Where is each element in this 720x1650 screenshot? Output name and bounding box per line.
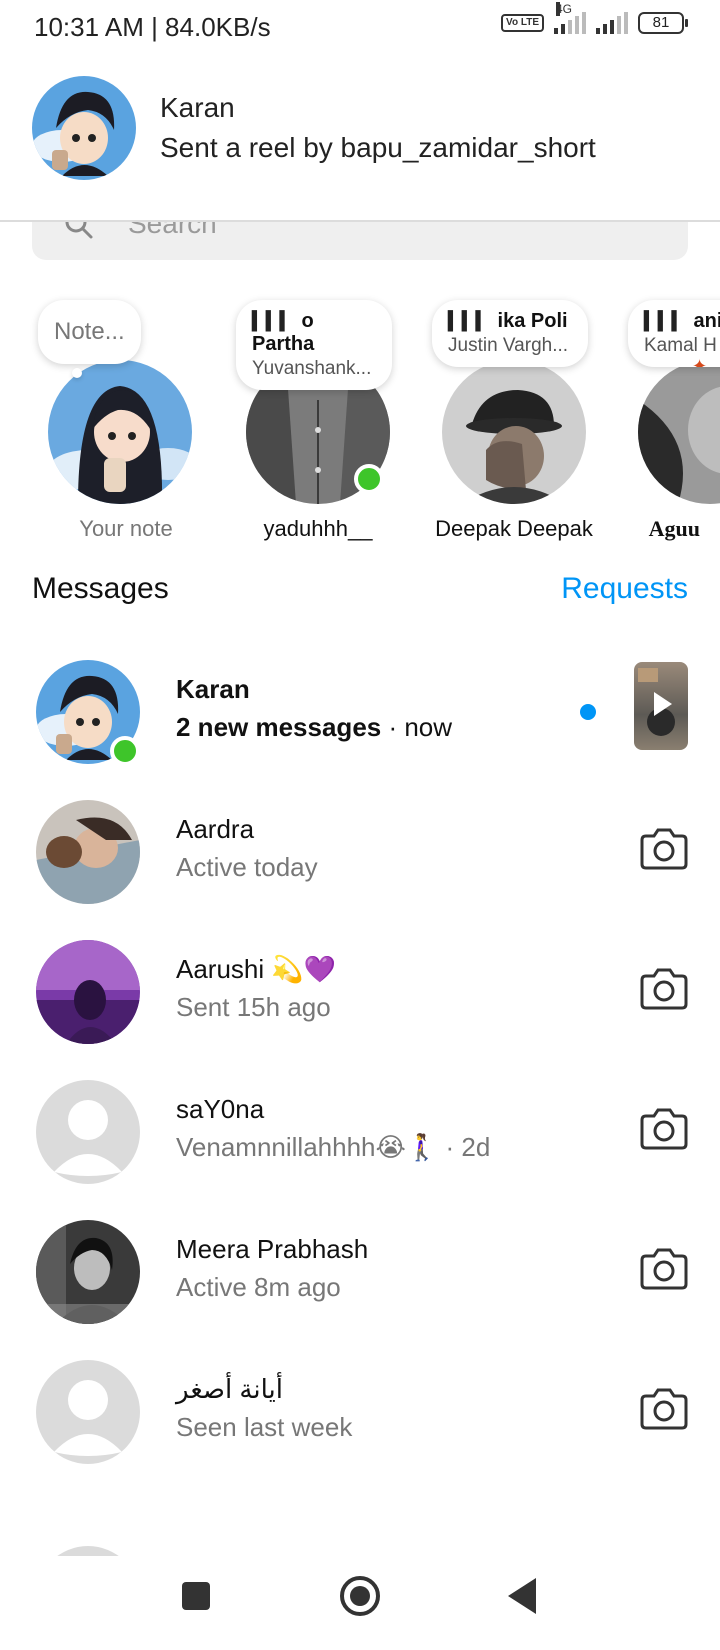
avatar <box>36 800 140 904</box>
note-item-deepak[interactable]: ▍▍▍ ika Poli Justin Vargh... Deepak Deepa… <box>424 290 604 541</box>
note-song: ika Poli <box>497 310 568 332</box>
note-label: yaduhhh__ <box>263 516 373 541</box>
camera-icon[interactable] <box>640 1386 688 1430</box>
notification-sender: Karan <box>160 92 235 123</box>
avatar <box>36 1360 140 1464</box>
message-row-sayona[interactable]: saY0na Venamnnillahhhh😭🚶‍♀️ · 2d <box>0 1060 720 1200</box>
status-icons: Vo LTE 4G 81 <box>501 2 688 34</box>
message-preview: Venamnnillahhhh😭🚶‍♀️ · 2d <box>176 1132 491 1162</box>
avatar <box>36 1080 140 1184</box>
contact-name: Meera Prabhash <box>176 1234 369 1264</box>
camera-icon[interactable] <box>640 1106 688 1150</box>
play-icon <box>638 668 675 736</box>
volte-icon: Vo LTE <box>501 14 544 32</box>
status-bar: 10:31 AM | 84.0KB/s Vo LTE 4G 81 <box>0 0 720 56</box>
signal-icon: 4G <box>554 2 586 34</box>
avatar-partial <box>36 1546 140 1556</box>
avatar <box>36 940 140 1044</box>
note-bubble[interactable]: ▍▍▍ o Partha Yuvanshank... <box>236 300 392 390</box>
maple-leaf-icon: ✦ <box>692 356 708 367</box>
notification-avatar <box>32 76 136 180</box>
note-song: ani Ar <box>693 310 720 332</box>
note-artist: Kamal H <box>644 335 717 356</box>
note-item-aguu[interactable]: ▍▍▍ ani Ar Kamal H ✦ Aguu <box>620 290 720 541</box>
music-bars-icon: ▍▍▍ <box>252 311 294 331</box>
online-indicator <box>354 464 384 494</box>
contact-name: Karan <box>176 674 250 704</box>
note-bubble[interactable]: Note... <box>38 300 141 378</box>
notes-row[interactable]: Note... Your note ▍▍▍ o Partha Yuvanshank… <box>0 290 720 550</box>
music-bars-icon: ▍▍▍ <box>644 311 686 331</box>
system-nav-bar <box>0 1556 720 1650</box>
messages-title: Messages <box>32 572 169 605</box>
battery-icon: 81 <box>638 12 688 34</box>
note-label: Deepak Deepak <box>435 516 593 541</box>
message-preview: Active today <box>176 852 318 882</box>
music-bars-icon: ▍▍▍ <box>448 311 490 331</box>
network-type: 4G <box>556 2 573 16</box>
reel-thumbnail[interactable] <box>634 662 688 750</box>
message-preview: Sent 15h ago <box>176 992 331 1022</box>
notification-banner[interactable]: Karan Sent a reel by bapu_zamidar_short <box>0 56 720 222</box>
camera-icon[interactable] <box>640 966 688 1010</box>
back-button[interactable] <box>508 1578 536 1614</box>
contact-name: Aarushi 💫💜 <box>176 954 337 984</box>
signal-icon-2 <box>596 12 628 34</box>
note-label: Your note <box>79 516 173 541</box>
camera-icon[interactable] <box>640 826 688 870</box>
note-artist: Justin Vargh... <box>448 335 569 356</box>
avatar <box>36 1220 140 1324</box>
message-row-aardra[interactable]: Aardra Active today <box>0 780 720 920</box>
camera-icon[interactable] <box>640 1246 688 1290</box>
message-preview: Seen last week <box>176 1412 353 1442</box>
contact-name: saY0na <box>176 1094 265 1124</box>
message-preview: Active 8m ago <box>176 1272 341 1302</box>
contact-name: Aardra <box>176 814 255 844</box>
note-label: Aguu <box>648 516 700 541</box>
avatar <box>48 360 192 504</box>
online-indicator <box>110 736 140 766</box>
message-row-meera[interactable]: Meera Prabhash Active 8m ago <box>0 1200 720 1340</box>
note-artist: Yuvanshank... <box>252 358 372 379</box>
notification-text: Sent a reel by bapu_zamidar_short <box>160 132 596 163</box>
avatar <box>442 360 586 504</box>
note-bubble[interactable]: ▍▍▍ ika Poli Justin Vargh... <box>432 300 588 367</box>
message-row-karan[interactable]: Karan 2 new messages · now <box>0 640 720 780</box>
home-button[interactable] <box>340 1576 380 1616</box>
requests-link[interactable]: Requests <box>561 572 688 606</box>
note-bubble[interactable]: ▍▍▍ ani Ar Kamal H ✦ <box>628 300 720 367</box>
note-item-your-note[interactable]: Note... Your note <box>32 290 212 541</box>
note-item-yaduhhh[interactable]: ▍▍▍ o Partha Yuvanshank... yaduhhh__ <box>228 290 408 541</box>
message-row-ayana[interactable]: أيانة أصغر Seen last week <box>0 1340 720 1480</box>
message-preview: 2 new messages · now <box>176 712 453 742</box>
status-time: 10:31 AM | 84.0KB/s <box>34 12 271 42</box>
recents-button[interactable] <box>182 1582 210 1610</box>
message-row-aarushi[interactable]: Aarushi 💫💜 Sent 15h ago <box>0 920 720 1060</box>
avatar <box>638 360 720 504</box>
unread-indicator <box>580 704 596 720</box>
contact-name: أيانة أصغر <box>176 1374 283 1404</box>
